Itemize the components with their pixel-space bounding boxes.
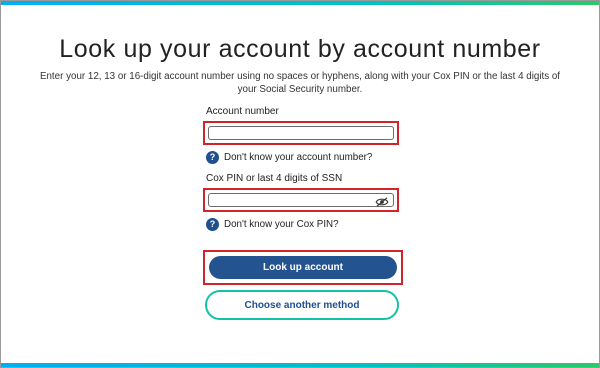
pin-ssn-highlight <box>203 188 399 212</box>
look-up-account-button[interactable]: Look up account <box>209 256 397 279</box>
pin-ssn-input[interactable] <box>209 198 393 211</box>
instructions-line-2: your Social Security number. <box>237 84 363 95</box>
page-instructions: Enter your 12, 13 or 16-digit account nu… <box>29 70 571 96</box>
pin-help-link[interactable]: ? Don't know your Cox PIN? <box>206 217 339 231</box>
question-icon: ? <box>206 150 219 164</box>
top-gradient-bar <box>1 1 599 5</box>
look-up-button-highlight: Look up account <box>203 250 403 285</box>
account-number-help-link[interactable]: ? Don't know your account number? <box>206 150 372 164</box>
pin-ssn-label: Cox PIN or last 4 digits of SSN <box>206 173 343 184</box>
instructions-line-1: Enter your 12, 13 or 16-digit account nu… <box>39 71 561 82</box>
pin-ssn-field-box <box>208 193 394 211</box>
account-number-field-box <box>208 126 394 144</box>
page-title: Look up your account by account number <box>59 35 541 63</box>
choose-another-method-button[interactable]: Choose another method <box>205 290 399 320</box>
account-number-highlight <box>203 121 399 145</box>
account-number-help-text: Don't know your account number? <box>224 151 373 163</box>
page-frame: Look up your account by account number E… <box>0 0 600 368</box>
account-number-label: Account number <box>206 106 279 117</box>
pin-help-text: Don't know your Cox PIN? <box>224 218 339 230</box>
question-icon: ? <box>206 217 219 231</box>
eye-slash-icon[interactable] <box>375 197 389 207</box>
account-number-input[interactable] <box>209 131 393 144</box>
bottom-gradient-bar <box>1 363 599 367</box>
